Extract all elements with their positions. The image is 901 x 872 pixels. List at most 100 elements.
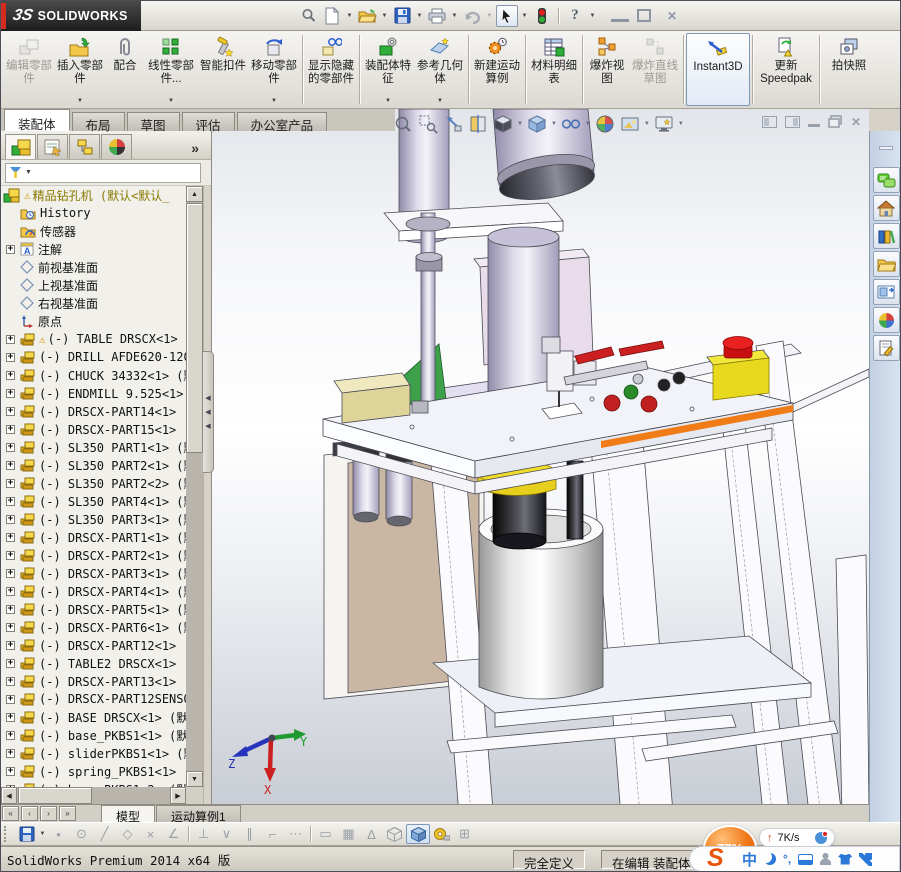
tree-item-sensors[interactable]: + 传感器	[1, 222, 187, 240]
expander-icon[interactable]: +	[6, 604, 15, 614]
next-tab-icon[interactable]: ›	[40, 806, 57, 821]
more-relations-icon[interactable]: ⋯	[284, 826, 307, 842]
tree-item-part[interactable]: + ⚠ (-) ENDMILL 9.525<1> (默	[1, 384, 187, 402]
configurationmanager-icon[interactable]	[69, 134, 100, 159]
tab-office-products[interactable]: 办公室产品	[236, 112, 328, 133]
menu-item[interactable]	[271, 11, 291, 21]
move-component-button[interactable]: 移动零部件 ▼	[248, 33, 300, 106]
show-hidden-components-button[interactable]: 显示隐藏的零部件	[305, 33, 357, 106]
expander-icon[interactable]: +	[6, 496, 15, 506]
solidworks-resources-icon[interactable]	[872, 167, 900, 193]
tree-item-part[interactable]: + ⚠ (-) spring_PKBS1<1> (默	[1, 762, 187, 780]
maximize-icon[interactable]	[637, 9, 655, 22]
hide-show-dropdown-icon[interactable]: ▼	[585, 121, 591, 127]
apply-scene-icon[interactable]	[619, 113, 641, 135]
panel-splitter[interactable]	[203, 186, 211, 804]
horizontal-scroll-thumb[interactable]	[18, 787, 92, 804]
measure-icon[interactable]	[430, 827, 453, 842]
appearances-scenes-icon[interactable]	[872, 307, 900, 333]
print-icon[interactable]	[426, 5, 448, 27]
search-pin-icon[interactable]	[297, 5, 319, 27]
linear-component-pattern-button[interactable]: 线性零部件... ▼	[144, 33, 198, 106]
scene-dropdown-icon[interactable]: ▼	[644, 121, 650, 127]
custom-properties-icon[interactable]	[872, 335, 900, 361]
filter-dropdown-icon[interactable]: ▼	[25, 169, 32, 176]
trim-icon[interactable]: ×	[139, 827, 162, 842]
performance-lights-icon[interactable]	[531, 5, 553, 27]
circle-icon[interactable]: ⊙	[70, 826, 93, 842]
tree-item-part[interactable]: + ⚠ (-) DRILL AFDE620-1200<	[1, 348, 187, 366]
help-icon[interactable]: ?	[564, 5, 586, 27]
minimize-icon[interactable]	[611, 10, 629, 22]
tree-item-part[interactable]: + ⚠ (-) DRSCX-PART13<1> (默	[1, 672, 187, 690]
view-orientation-icon[interactable]	[492, 113, 514, 135]
expander-icon[interactable]: +	[6, 550, 15, 560]
expander-icon[interactable]: +	[6, 586, 15, 596]
explode-line-sketch-button[interactable]: 爆炸直线草图	[629, 33, 681, 106]
ime-tools-icon[interactable]	[859, 852, 873, 866]
expander-icon[interactable]: +	[6, 244, 15, 254]
expander-icon[interactable]: +	[6, 568, 15, 578]
expander-icon[interactable]: +	[6, 478, 15, 488]
expander-icon[interactable]: +	[6, 460, 15, 470]
tree-item-part[interactable]: + ⚠ (-) TABLE DRSCX<1> (	[1, 330, 187, 348]
new-motion-study-button[interactable]: 新建运动算例	[471, 33, 523, 106]
hide-show-items-icon[interactable]	[560, 113, 582, 135]
menu-item[interactable]	[151, 11, 171, 21]
tab-sketch[interactable]: 草图	[126, 112, 180, 133]
perpendicular-relation-icon[interactable]: ⊥	[192, 826, 215, 842]
dropdown-caret[interactable]: ▼	[271, 98, 277, 106]
ime-language-toggle[interactable]: 中	[742, 849, 757, 870]
tree-item-assembly-root[interactable]: ⚠ 精品钻孔机 (默认<默认_	[1, 186, 187, 204]
take-snapshot-button[interactable]: 拍快照	[822, 33, 876, 106]
tree-item-part[interactable]: + ⚠ (-) DRSCX-PART14<1> (默	[1, 402, 187, 420]
expander-icon[interactable]: +	[6, 730, 15, 740]
graphics-viewport[interactable]: ▼ ▼ ▼ ▼ ▼ ✕ Z Y X	[212, 109, 869, 804]
expander-icon[interactable]: +	[6, 424, 15, 434]
zoom-to-area-icon[interactable]	[417, 113, 439, 135]
tree-item-part[interactable]: + ⚠ (-) SL350 PART4<1> (默认	[1, 492, 187, 510]
tab-motion-study[interactable]: 运动算例1	[156, 805, 241, 824]
pane-left-icon[interactable]	[761, 115, 777, 128]
task-pane-grip[interactable]	[870, 131, 900, 165]
tree-item-part[interactable]: + ⚠ (-) DRSCX-PART3<1> (默认	[1, 564, 187, 582]
zoom-to-fit-icon[interactable]	[392, 113, 414, 135]
last-tab-icon[interactable]: »	[59, 806, 76, 821]
tree-item-part[interactable]: + ⚠ (-) CHUCK 34332<1> (默认	[1, 366, 187, 384]
print-dropdown-icon[interactable]: ▼	[450, 13, 459, 19]
ime-punctuation-toggle[interactable]: °,	[783, 852, 791, 866]
pane-right-icon[interactable]	[784, 115, 800, 128]
tree-item-part[interactable]: + ⚠ (-) DRSCX-PART15<1> (默	[1, 420, 187, 438]
expander-icon[interactable]: +	[6, 748, 15, 758]
select-cursor-icon[interactable]	[496, 4, 518, 27]
tree-item-part[interactable]: + ⚠ (-) SL350 PART1<1> (默认	[1, 438, 187, 456]
scroll-left-icon[interactable]: ◀	[1, 787, 17, 804]
display-style-dropdown-icon[interactable]: ▼	[551, 121, 557, 127]
expander-icon[interactable]: +	[6, 514, 15, 524]
expander-icon[interactable]: +	[6, 622, 15, 632]
expander-icon[interactable]: +	[6, 712, 15, 722]
angle-icon[interactable]: ∆	[360, 827, 383, 842]
chamfer-icon[interactable]: ∠	[162, 826, 185, 842]
expander-icon[interactable]: +	[6, 370, 15, 380]
instant3d-button[interactable]: Instant3D	[686, 33, 750, 106]
menu-item[interactable]	[211, 11, 231, 21]
tab-evaluate[interactable]: 评估	[181, 112, 235, 133]
expander-icon[interactable]: +	[6, 406, 15, 416]
tree-item-part[interactable]: + ⚠ (-) DRSCX-PART12<1> (默	[1, 636, 187, 654]
tree-item-front-plane[interactable]: + 前视基准面	[1, 258, 187, 276]
reference-geometry-button[interactable]: 参考几何体 ▼	[414, 33, 466, 106]
undo-icon[interactable]	[461, 5, 483, 27]
open-icon[interactable]	[356, 5, 378, 27]
tree-item-part[interactable]: + ⚠ (-) base_PKBS1<2> (默认	[1, 780, 187, 787]
expander-icon[interactable]: +	[6, 532, 15, 542]
tree-item-part[interactable]: + ⚠ (-) SL350 PART2<1> (默认	[1, 456, 187, 474]
displaymanager-icon[interactable]	[101, 134, 132, 159]
table-icon[interactable]: ⊞	[453, 826, 476, 842]
expander-icon[interactable]: +	[6, 352, 15, 362]
tree-item-history[interactable]: + History	[1, 204, 187, 222]
close-icon[interactable]: ✕	[851, 116, 861, 128]
menu-item[interactable]	[171, 11, 191, 21]
vertical-scroll-thumb[interactable]	[186, 203, 203, 453]
minimize-icon[interactable]	[807, 116, 820, 127]
